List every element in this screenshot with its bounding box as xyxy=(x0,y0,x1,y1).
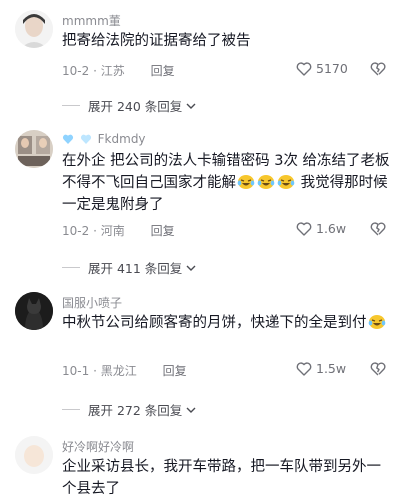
avatar[interactable] xyxy=(15,292,53,330)
username[interactable]: 好冷啊好冷啊 xyxy=(62,438,134,455)
expand-label: 展开 411 条回复 xyxy=(88,261,183,276)
comment-meta: 10-1 · 黑龙江 回复 xyxy=(62,362,187,379)
like-button[interactable]: 1.6w xyxy=(296,221,346,236)
separator: · xyxy=(93,224,97,238)
comment-date: 10-1 xyxy=(62,364,90,378)
username[interactable]: mmmm董 xyxy=(62,12,121,29)
like-count: 1.6w xyxy=(316,221,347,236)
expand-label: 展开 240 条回复 xyxy=(88,99,183,114)
comment-location: 河南 xyxy=(100,224,125,238)
broken-heart-icon xyxy=(370,62,386,76)
divider xyxy=(62,409,80,410)
separator: · xyxy=(93,364,97,378)
chevron-down-icon xyxy=(186,265,196,271)
dislike-button[interactable] xyxy=(370,361,386,380)
like-button[interactable]: 1.5w xyxy=(296,361,346,376)
comment-meta: 10-2 · 江苏 回复 xyxy=(62,62,175,79)
heart-outline-icon xyxy=(296,361,312,376)
avatar[interactable] xyxy=(15,10,53,48)
laughing-tears-emoji xyxy=(236,175,296,191)
avatar[interactable] xyxy=(15,436,53,474)
username[interactable]: 国服小喷子 xyxy=(62,294,122,311)
laughing-tears-emoji xyxy=(367,315,387,331)
expand-replies-button[interactable]: 展开 240 条回复 xyxy=(62,96,197,115)
comment-text-part: 中秋节公司给顾客寄的月饼，快递下的全是到付 xyxy=(62,315,367,331)
reply-button[interactable]: 回复 xyxy=(151,64,175,78)
heart-badge-icon xyxy=(62,134,74,144)
comment-date: 10-2 xyxy=(62,64,90,78)
reply-button[interactable]: 回复 xyxy=(151,224,175,238)
comment-text: 在外企 把公司的法人卡输错密码 3次 给冻结了老板不得不飞回自己国家才能解 我觉… xyxy=(62,150,390,216)
like-count: 5170 xyxy=(316,61,348,76)
comment-meta: 10-2 · 河南 回复 xyxy=(62,222,175,239)
like-button[interactable]: 5170 xyxy=(296,61,348,76)
comment-text: 把寄给法院的证据寄给了被告 xyxy=(62,33,251,49)
comment-location: 黑龙江 xyxy=(100,364,137,378)
avatar[interactable] xyxy=(15,130,53,168)
like-count: 1.5w xyxy=(316,361,347,376)
chevron-down-icon xyxy=(186,103,196,109)
dislike-button[interactable] xyxy=(370,221,386,240)
expand-replies-button[interactable]: 展开 272 条回复 xyxy=(62,400,197,419)
comment-location: 江苏 xyxy=(100,64,125,78)
divider xyxy=(62,267,80,268)
expand-replies-button[interactable]: 展开 411 条回复 xyxy=(62,258,197,277)
reply-button[interactable]: 回复 xyxy=(163,364,187,378)
comment-text: 中秋节公司给顾客寄的月饼，快递下的全是到付 xyxy=(62,312,390,334)
divider xyxy=(62,105,80,106)
separator: · xyxy=(93,64,97,78)
heart-outline-icon xyxy=(296,221,312,236)
heart-outline-icon xyxy=(296,61,312,76)
comment-text: 企业采访县长，我开车带路，把一车队带到另外一个县去了 xyxy=(62,459,381,497)
heart-badge-icon xyxy=(80,134,91,144)
username-row[interactable]: Fkdmdy xyxy=(62,132,146,146)
username: Fkdmdy xyxy=(97,132,146,146)
expand-label: 展开 272 条回复 xyxy=(88,403,183,418)
chevron-down-icon xyxy=(186,407,196,413)
comment-date: 10-2 xyxy=(62,224,90,238)
broken-heart-icon xyxy=(370,362,386,376)
broken-heart-icon xyxy=(370,222,386,236)
dislike-button[interactable] xyxy=(370,61,386,80)
